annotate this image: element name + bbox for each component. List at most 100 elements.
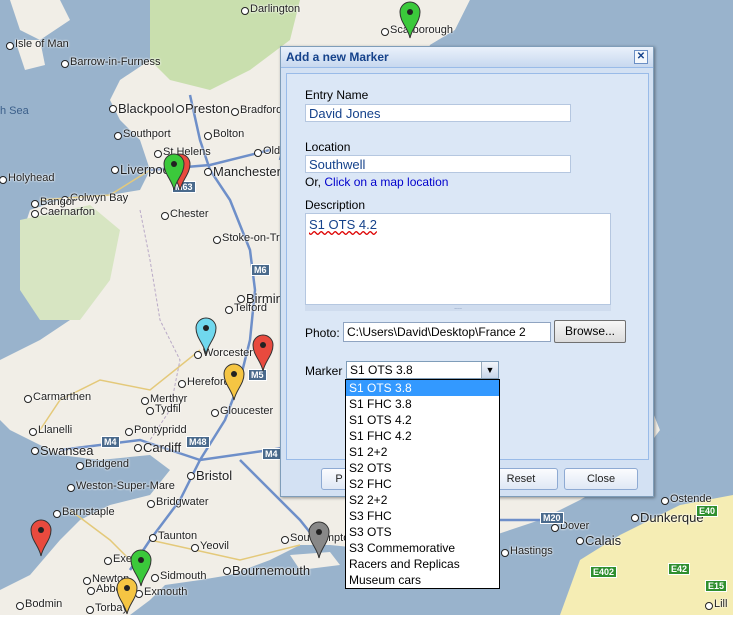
city-dot-icon bbox=[204, 132, 212, 140]
city-label: Dover bbox=[560, 520, 589, 532]
city-dot-icon bbox=[83, 577, 91, 585]
description-text: S1 OTS 4.2 bbox=[309, 217, 377, 232]
city-dot-icon bbox=[76, 462, 84, 470]
city-dot-icon bbox=[576, 537, 584, 545]
close-button[interactable]: Close bbox=[564, 468, 638, 490]
city-dot-icon bbox=[161, 212, 169, 220]
marker-dropdown-list: S1 OTS 3.8S1 FHC 3.8S1 OTS 4.2S1 FHC 4.2… bbox=[345, 379, 500, 589]
city-label: Ostende bbox=[670, 493, 712, 505]
dropdown-option[interactable]: S1 2+2 bbox=[346, 444, 499, 460]
photo-path-input[interactable]: C:\Users\David\Desktop\France 2 bbox=[343, 322, 551, 342]
city-label: Hastings bbox=[510, 545, 553, 557]
dropdown-option[interactable]: S1 OTS 3.8 bbox=[346, 380, 499, 396]
dropdown-option[interactable]: S1 OTS 4.2 bbox=[346, 412, 499, 428]
city-dot-icon bbox=[225, 306, 233, 314]
road-shield: M4 bbox=[262, 448, 281, 460]
city-dot-icon bbox=[191, 544, 199, 552]
city-label: Barrow-in-Furness bbox=[70, 56, 160, 68]
dropdown-arrow-icon[interactable]: ▼ bbox=[481, 362, 498, 378]
city-label: Chester bbox=[170, 208, 209, 220]
dropdown-option[interactable]: S2 OTS bbox=[346, 460, 499, 476]
city-dot-icon bbox=[187, 472, 195, 480]
city-label: Bridgend bbox=[85, 458, 129, 470]
city-label: Taunton bbox=[158, 530, 197, 542]
map-marker-pin-icon[interactable] bbox=[163, 152, 185, 190]
dropdown-option[interactable]: S2 2+2 bbox=[346, 492, 499, 508]
city-dot-icon bbox=[86, 606, 94, 614]
city-dot-icon bbox=[16, 602, 24, 610]
city-label: Old bbox=[263, 145, 280, 157]
city-label: Swansea bbox=[40, 443, 93, 458]
dialog-titlebar[interactable]: Add a new Marker ✕ bbox=[281, 47, 653, 68]
city-label: Gloucester bbox=[220, 405, 273, 417]
city-dot-icon bbox=[501, 549, 509, 557]
city-dot-icon bbox=[87, 587, 95, 595]
city-label: Pontypridd bbox=[134, 424, 187, 436]
city-dot-icon bbox=[31, 447, 39, 455]
map-marker-pin-icon[interactable] bbox=[195, 316, 217, 354]
city-dot-icon bbox=[154, 150, 162, 158]
description-label: Description bbox=[305, 198, 365, 212]
city-dot-icon bbox=[53, 510, 61, 518]
city-label: Calais bbox=[585, 533, 621, 548]
road-shield: M4 bbox=[101, 436, 120, 448]
city-label: Birmin bbox=[246, 291, 283, 306]
dropdown-option[interactable]: S3 OTS bbox=[346, 524, 499, 540]
map-marker-pin-icon[interactable] bbox=[116, 576, 138, 614]
dropdown-option[interactable]: S3 Commemorative bbox=[346, 540, 499, 556]
dropdown-option[interactable]: S1 FHC 4.2 bbox=[346, 428, 499, 444]
road-shield: M48 bbox=[186, 436, 210, 448]
city-dot-icon bbox=[6, 42, 14, 50]
city-dot-icon bbox=[551, 524, 559, 532]
dropdown-option[interactable]: S2 FHC bbox=[346, 476, 499, 492]
city-dot-icon bbox=[631, 514, 639, 522]
city-dot-icon bbox=[24, 395, 32, 403]
marker-selected-value: S1 OTS 3.8 bbox=[350, 363, 413, 377]
city-label: Blackpool bbox=[118, 101, 174, 116]
city-label: Yeovil bbox=[200, 540, 229, 552]
map-marker-pin-icon[interactable] bbox=[223, 362, 245, 400]
city-label: Carmarthen bbox=[33, 391, 91, 403]
road-shield: M6 bbox=[251, 264, 270, 276]
city-label: Bristol bbox=[196, 468, 232, 483]
entry-name-label: Entry Name bbox=[305, 88, 368, 102]
click-map-link[interactable]: Click on a map location bbox=[324, 175, 448, 189]
city-label: Bradford bbox=[240, 104, 282, 116]
city-label: Isle of Man bbox=[15, 38, 69, 50]
description-textarea[interactable]: S1 OTS 4.2 bbox=[305, 213, 611, 305]
city-dot-icon bbox=[104, 557, 112, 565]
city-label: Caernarfon bbox=[40, 206, 95, 218]
city-dot-icon bbox=[237, 295, 245, 303]
city-dot-icon bbox=[213, 236, 221, 244]
sea-label: h Sea bbox=[0, 105, 29, 117]
close-icon[interactable]: ✕ bbox=[634, 50, 648, 64]
location-label: Location bbox=[305, 140, 350, 154]
road-shield: E42 bbox=[668, 563, 690, 575]
entry-name-input[interactable]: David Jones bbox=[305, 104, 571, 122]
city-dot-icon bbox=[114, 132, 122, 140]
city-dot-icon bbox=[281, 536, 289, 544]
or-text: Or, bbox=[305, 175, 321, 189]
browse-button[interactable]: Browse... bbox=[554, 320, 626, 343]
map-location-hint: Or, Click on a map location bbox=[305, 175, 448, 189]
city-dot-icon bbox=[254, 149, 262, 157]
city-label: Weston-Super-Mare bbox=[76, 480, 175, 492]
marker-label: Marker bbox=[305, 364, 342, 378]
marker-select[interactable]: S1 OTS 3.8 ▼ bbox=[346, 361, 499, 379]
dropdown-option[interactable]: Museum cars bbox=[346, 572, 499, 588]
city-label: Barnstaple bbox=[62, 506, 115, 518]
location-input[interactable]: Southwell bbox=[305, 155, 571, 173]
resize-grip[interactable]: .... bbox=[305, 304, 611, 311]
city-dot-icon bbox=[61, 60, 69, 68]
dropdown-option[interactable]: Racers and Replicas bbox=[346, 556, 499, 572]
dropdown-option[interactable]: S3 FHC bbox=[346, 508, 499, 524]
map-marker-pin-icon[interactable] bbox=[308, 520, 330, 558]
dialog-title: Add a new Marker bbox=[286, 50, 389, 64]
city-label: Lill bbox=[714, 598, 727, 610]
dropdown-option[interactable]: S1 FHC 3.8 bbox=[346, 396, 499, 412]
city-dot-icon bbox=[661, 497, 669, 505]
map-marker-pin-icon[interactable] bbox=[399, 0, 421, 38]
map-marker-pin-icon[interactable] bbox=[30, 518, 52, 556]
city-label: Stoke-on-Tre bbox=[222, 232, 286, 244]
city-dot-icon bbox=[109, 105, 117, 113]
